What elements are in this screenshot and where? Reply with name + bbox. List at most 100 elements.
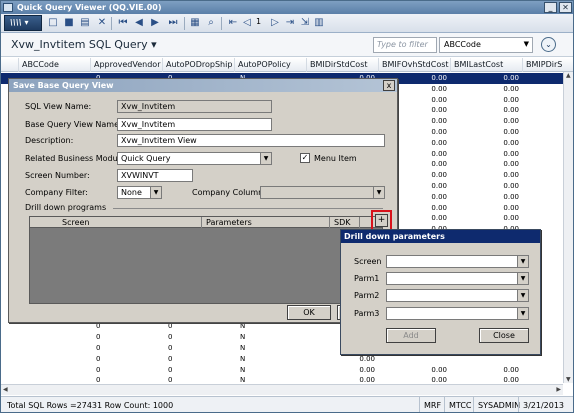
column-header[interactable]: AutoPODropShip <box>163 58 235 72</box>
drill-grid-header: Screen Parameters SDK <box>30 217 382 228</box>
last-record-icon[interactable]: ⏭ <box>167 17 179 29</box>
last-page-icon[interactable]: ⇥ <box>284 17 296 29</box>
column-header[interactable]: BMILastCost <box>451 58 523 72</box>
column-header[interactable]: AutoPOPolicy <box>235 58 307 72</box>
base-query-name-field[interactable]: Xvw_Invtitem <box>117 118 272 131</box>
row-count-text: Total SQL Rows =27431 Row Count: 1000 <box>7 401 174 410</box>
parm1-select[interactable]: ▼ <box>386 272 529 285</box>
toolbar-divider <box>184 17 185 30</box>
table-cell: 0.00 <box>503 106 519 115</box>
dialog-title: Save Base Query View <box>13 81 114 90</box>
scroll-left-icon[interactable]: ◀ <box>3 386 8 393</box>
add-parameter-button[interactable]: Add <box>386 328 436 343</box>
table-row[interactable]: 0 0 N 0.00 0.00 0.00 <box>1 365 573 376</box>
table-cell: 0.00 <box>503 84 519 93</box>
description-label: Description: <box>25 136 74 145</box>
close-parameters-button[interactable]: Close <box>479 328 529 343</box>
view-header: Xvw_Invtitem SQL Query ▾ Type to filter … <box>1 33 573 57</box>
horizontal-scrollbar[interactable]: ◀ ▶ <box>1 384 563 395</box>
column-header[interactable]: ApprovedVendor <box>91 58 163 72</box>
grid-header: ABCCode ApprovedVendor AutoPODropShip Au… <box>1 58 573 72</box>
first-record-icon[interactable]: ⏮ <box>117 17 129 29</box>
chevron-down-icon: ▼ <box>373 187 384 198</box>
table-cell: 0 <box>96 333 101 342</box>
next-record-icon[interactable]: ▶ <box>149 17 161 29</box>
description-field[interactable]: Xvw_Invtitem View <box>117 134 385 147</box>
previous-record-icon[interactable]: ◀ <box>133 17 145 29</box>
expand-toggle-button[interactable]: ⌄ <box>541 37 556 52</box>
column-header[interactable]: BMIDirStdCost <box>307 58 379 72</box>
page-number: 1 <box>256 17 262 26</box>
chevron-down-icon: ▼ <box>517 290 528 301</box>
table-cell: 0.00 <box>503 74 519 82</box>
menu-item-checkbox[interactable]: ✓ <box>300 153 310 163</box>
search-icon[interactable]: ⌕ <box>205 17 217 29</box>
screen-number-field[interactable]: XVWINVT <box>117 169 193 182</box>
add-drill-button[interactable]: + <box>375 214 388 227</box>
column-header[interactable]: ABCCode <box>19 58 91 72</box>
table-cell: N <box>240 354 246 363</box>
toolbar-divider <box>111 17 112 30</box>
chevron-down-icon: ▼ <box>523 40 529 48</box>
parm2-select[interactable]: ▼ <box>386 289 529 302</box>
company-filter-label: Company Filter: <box>25 188 88 197</box>
drill-down-grid[interactable]: Screen Parameters SDK <box>29 216 383 304</box>
view-title-dropdown[interactable]: Xvw_Invtitem SQL Query ▾ <box>11 38 157 51</box>
table-cell: 0 <box>96 344 101 352</box>
chevron-down-icon: ▼ <box>517 308 528 319</box>
table-cell: 0 <box>168 333 173 342</box>
minimize-button[interactable]: _ <box>544 2 557 13</box>
dialog-close-button[interactable]: x <box>383 80 395 91</box>
ok-button[interactable]: OK <box>287 305 331 320</box>
table-cell: 0 <box>168 365 173 374</box>
scroll-right-icon[interactable]: ▶ <box>556 386 561 393</box>
window-titlebar: Quick Query Viewer (QQ.VIE.00) _ ✕ <box>1 1 573 14</box>
filter-column-select[interactable]: ABCCode ▼ <box>439 37 533 53</box>
company-column-label: Company Column: <box>192 188 266 197</box>
scroll-up-icon[interactable]: ▲ <box>566 72 571 79</box>
row-selector-header <box>1 58 19 72</box>
table-row[interactable]: 0 0 N 0.00 <box>1 354 573 365</box>
drill-column-screen: Screen <box>62 218 90 227</box>
new-icon[interactable]: □ <box>47 17 59 29</box>
table-cell: 0.00 <box>503 117 519 126</box>
toolbar-divider <box>221 17 222 30</box>
parm1-label: Parm1 <box>354 274 380 283</box>
app-icon <box>3 3 13 12</box>
export-icon[interactable]: ⇲ <box>299 17 311 29</box>
table-cell: 0 <box>168 322 173 331</box>
chevron-down-icon: ▼ <box>517 273 528 284</box>
app-menu-button[interactable]: \\\\ ▾ <box>4 15 42 31</box>
column-header[interactable]: BMIPDirS <box>523 58 573 72</box>
previous-page-icon[interactable]: ◁ <box>241 17 253 29</box>
vertical-scrollbar[interactable]: ▲ ▼ <box>563 72 573 383</box>
first-page-icon[interactable]: ⇤ <box>227 17 239 29</box>
parm2-label: Parm2 <box>354 291 380 300</box>
table-cell: 0 <box>96 322 101 331</box>
drill-group-label: Drill down programs <box>25 203 107 212</box>
chart-icon[interactable]: ▥ <box>313 17 325 29</box>
next-page-icon[interactable]: ▷ <box>269 17 281 29</box>
drill-column-header: Screen <box>30 217 202 228</box>
close-window-button[interactable]: ✕ <box>559 2 572 13</box>
chevron-down-icon: ▼ <box>150 187 161 198</box>
company-filter-select[interactable]: None ▼ <box>117 186 162 199</box>
screen-select[interactable]: ▼ <box>386 255 529 268</box>
scroll-down-icon[interactable]: ▼ <box>566 376 571 383</box>
module-select[interactable]: Quick Query ▼ <box>117 152 272 165</box>
logo-icon: \\\\ <box>10 18 22 27</box>
toolbar: \\\\ ▾ □ ■ ▤ ✕ ⏮ ◀ ▶ ⏭ ▦ ⌕ ⇤ ◁ 1 ▷ ⇥ ⇲ ▥ <box>1 14 573 33</box>
table-cell: 0.00 <box>503 182 519 190</box>
chevron-down-icon: ▾ <box>151 38 157 51</box>
filter-input[interactable]: Type to filter <box>373 37 437 53</box>
parm3-select[interactable]: ▼ <box>386 307 529 320</box>
delete-icon[interactable]: ✕ <box>96 17 108 29</box>
column-header[interactable]: BMIFOvhStdCost <box>379 58 451 72</box>
company-filter-value: None <box>121 188 142 197</box>
copy-icon[interactable]: ▤ <box>79 17 91 29</box>
chevron-down-icon: ▼ <box>260 153 271 164</box>
table-cell <box>379 354 447 365</box>
print-icon[interactable]: ▦ <box>189 17 201 29</box>
table-cell <box>451 354 519 365</box>
save-icon[interactable]: ■ <box>63 17 75 29</box>
